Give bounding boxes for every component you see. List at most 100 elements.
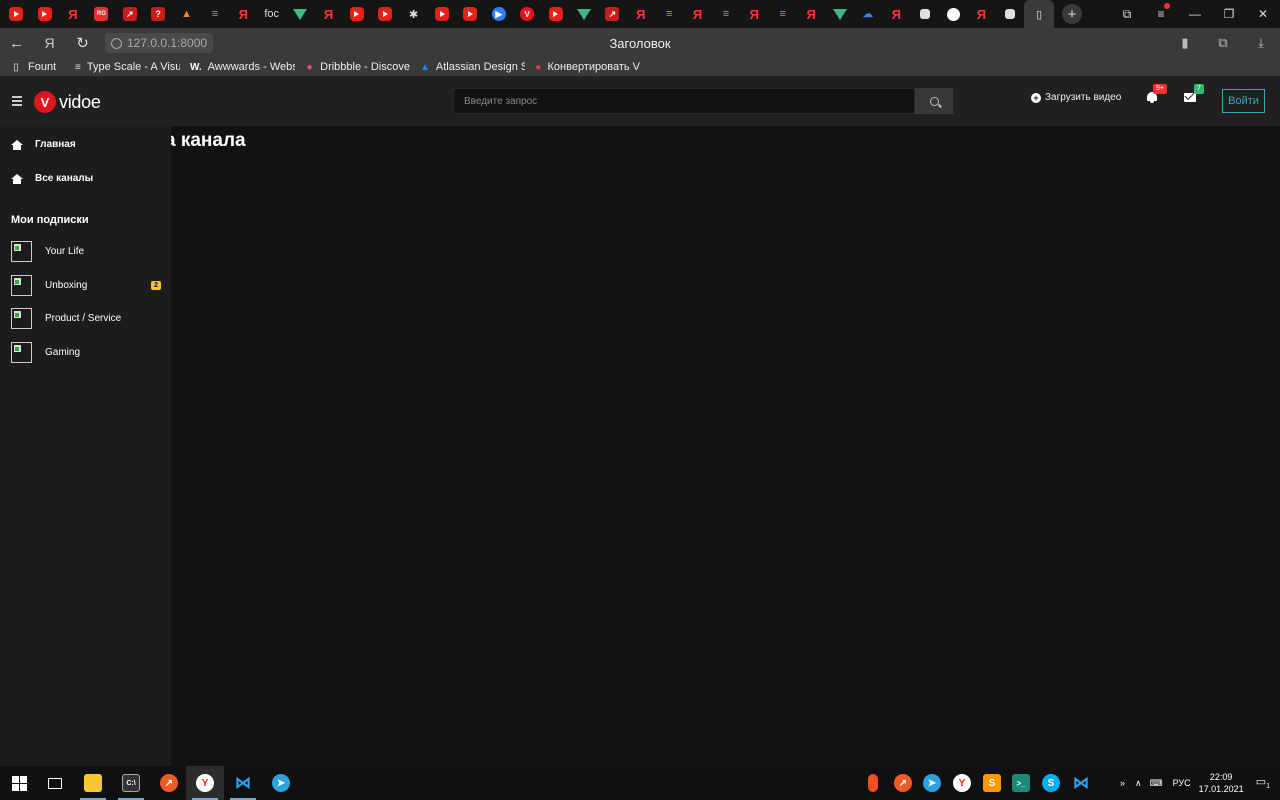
restore-button[interactable]: ❐ — [1212, 7, 1246, 21]
browser-tab[interactable]: ▶ — [485, 0, 513, 28]
browser-tab[interactable]: Я — [740, 0, 768, 28]
bookmark-item[interactable]: ● Конвертировать V — [535, 61, 640, 73]
browser-tab[interactable] — [371, 0, 399, 28]
collections-icon[interactable]: ⧉ — [1204, 35, 1242, 51]
browser-tab[interactable]: ≡ — [712, 0, 740, 28]
clock-date: 17.01.2021 — [1198, 784, 1244, 794]
browser-tab[interactable]: Я — [967, 0, 995, 28]
browser-tab[interactable]: ↗ — [116, 0, 144, 28]
subscription-item[interactable]: Your Life — [11, 240, 161, 262]
browser-tab[interactable] — [541, 0, 569, 28]
browser-tab[interactable]: ≡ — [201, 0, 229, 28]
sidebar-item-home[interactable]: Главная — [11, 139, 76, 150]
browser-tab[interactable]: Я — [683, 0, 711, 28]
taskbar-telegram[interactable]: ➤ — [262, 766, 300, 800]
start-button[interactable] — [0, 766, 38, 800]
upload-video-button[interactable]: + Загрузить видео — [1031, 92, 1121, 103]
globe-icon — [111, 37, 122, 49]
figma-icon — [868, 774, 878, 792]
browser-tab[interactable] — [939, 0, 967, 28]
browser-tab[interactable]: ≡ — [655, 0, 683, 28]
yandex-icon: Я — [692, 6, 703, 22]
browser-tab[interactable] — [343, 0, 371, 28]
stackoverflow-icon: ≡ — [665, 8, 673, 20]
browser-tab[interactable] — [911, 0, 939, 28]
browser-tab[interactable]: Я — [797, 0, 825, 28]
taskbar-explorer[interactable] — [74, 766, 112, 800]
notification-center-icon[interactable]: ▭1 — [1256, 775, 1270, 790]
browser-tab[interactable]: ? — [144, 0, 172, 28]
browser-tab[interactable]: Я — [59, 0, 87, 28]
bookmark-icon[interactable]: ▮ — [1166, 35, 1204, 51]
overflow-chevron-icon[interactable]: » — [1120, 778, 1125, 788]
close-button[interactable]: ✕ — [1246, 7, 1280, 21]
search-input[interactable] — [453, 88, 915, 114]
url-text: 127.0.0.1:8000 — [127, 36, 208, 50]
yandex-icon: Я — [323, 6, 334, 22]
logo-wordmark: vidoe — [59, 91, 101, 112]
back-icon[interactable]: ← — [0, 35, 33, 52]
browser-tab[interactable]: Я — [314, 0, 342, 28]
puzzle-icon: ✱ — [409, 8, 419, 21]
bookmark-item[interactable]: ≡ Type Scale - A Visu — [75, 61, 180, 73]
browser-tab[interactable]: ✱ — [399, 0, 427, 28]
browser-tab[interactable] — [570, 0, 598, 28]
search-button[interactable] — [915, 88, 953, 114]
taskbar-yandex-browser[interactable]: Y — [186, 766, 224, 800]
taskbar-postman[interactable]: ↗ — [150, 766, 188, 800]
browser-tab[interactable]: RG — [87, 0, 115, 28]
clock[interactable]: 22:09 17.01.2021 — [1199, 771, 1244, 795]
browser-tab[interactable]: Я — [627, 0, 655, 28]
bookmark-item[interactable]: ● Dribbble - Discove — [305, 61, 410, 73]
browser-tab[interactable] — [456, 0, 484, 28]
browser-tab[interactable] — [286, 0, 314, 28]
bookmark-item[interactable]: W. Awwwards - Websi — [190, 61, 295, 73]
browser-tab[interactable] — [2, 0, 30, 28]
browser-tab[interactable]: Я — [882, 0, 910, 28]
vue-icon — [293, 8, 308, 20]
vue-icon — [832, 8, 847, 20]
youtube-icon — [37, 7, 52, 21]
bookmark-item[interactable]: ▯ Fount — [10, 61, 65, 73]
task-view-button[interactable] — [36, 766, 74, 800]
browser-tab[interactable]: V — [513, 0, 541, 28]
download-icon[interactable]: ⤓ — [1242, 35, 1280, 51]
yandex-icon[interactable]: Я — [33, 35, 66, 51]
login-button[interactable]: Войти — [1222, 89, 1265, 113]
browser-tab[interactable] — [30, 0, 58, 28]
reload-icon[interactable]: ↻ — [66, 34, 99, 52]
browser-tab[interactable]: ≡ — [769, 0, 797, 28]
logo[interactable]: V vidoe — [34, 91, 101, 113]
show-hidden-icons-icon[interactable]: ∧ — [1135, 778, 1142, 789]
subscription-item[interactable]: Unboxing 2 — [11, 274, 161, 296]
messages-envelope-icon[interactable] — [1184, 93, 1196, 102]
hamburger-menu-icon[interactable] — [12, 96, 22, 108]
menu-icon[interactable]: ≡ — [1144, 3, 1178, 21]
subscription-item[interactable]: Product / Service — [11, 307, 161, 329]
browser-tab[interactable]: ☁ — [854, 0, 882, 28]
browser-tab[interactable] — [996, 0, 1024, 28]
new-tab-button[interactable]: + — [1062, 4, 1083, 24]
browser-tab-active[interactable]: ▯ — [1024, 0, 1055, 28]
bookmark-label: Awwwards - Websi — [207, 61, 295, 73]
browser-tab[interactable]: foc — [258, 0, 286, 28]
keyboard-icon[interactable]: ⌨ — [1150, 778, 1163, 789]
taskbar-vscode[interactable]: ⋈ — [224, 766, 262, 800]
tab-manager-icon[interactable]: ⧉ — [1110, 7, 1144, 22]
browser-tab[interactable] — [825, 0, 853, 28]
minimize-button[interactable]: — — [1178, 7, 1212, 21]
browser-tab[interactable]: Я — [229, 0, 257, 28]
browser-tab[interactable]: ↗ — [598, 0, 626, 28]
language-indicator[interactable]: РУС — [1173, 778, 1191, 788]
browser-tab[interactable] — [428, 0, 456, 28]
youtube-icon — [435, 7, 450, 21]
browser-tab[interactable]: ▲ — [172, 0, 200, 28]
play-icon: ▶ — [491, 7, 506, 21]
sidebar-item-all-channels[interactable]: Все каналы — [11, 173, 93, 184]
url-field[interactable]: 127.0.0.1:8000 — [105, 33, 214, 53]
bookmark-item[interactable]: ▲ Atlassian Design Sy — [420, 61, 525, 73]
taskbar-terminal[interactable]: C:\ — [112, 766, 150, 800]
taskbar-vscode-pinned[interactable]: ⋈ — [1062, 766, 1100, 800]
yandex-icon: Я — [806, 6, 816, 22]
subscription-item[interactable]: Gaming — [11, 341, 161, 363]
